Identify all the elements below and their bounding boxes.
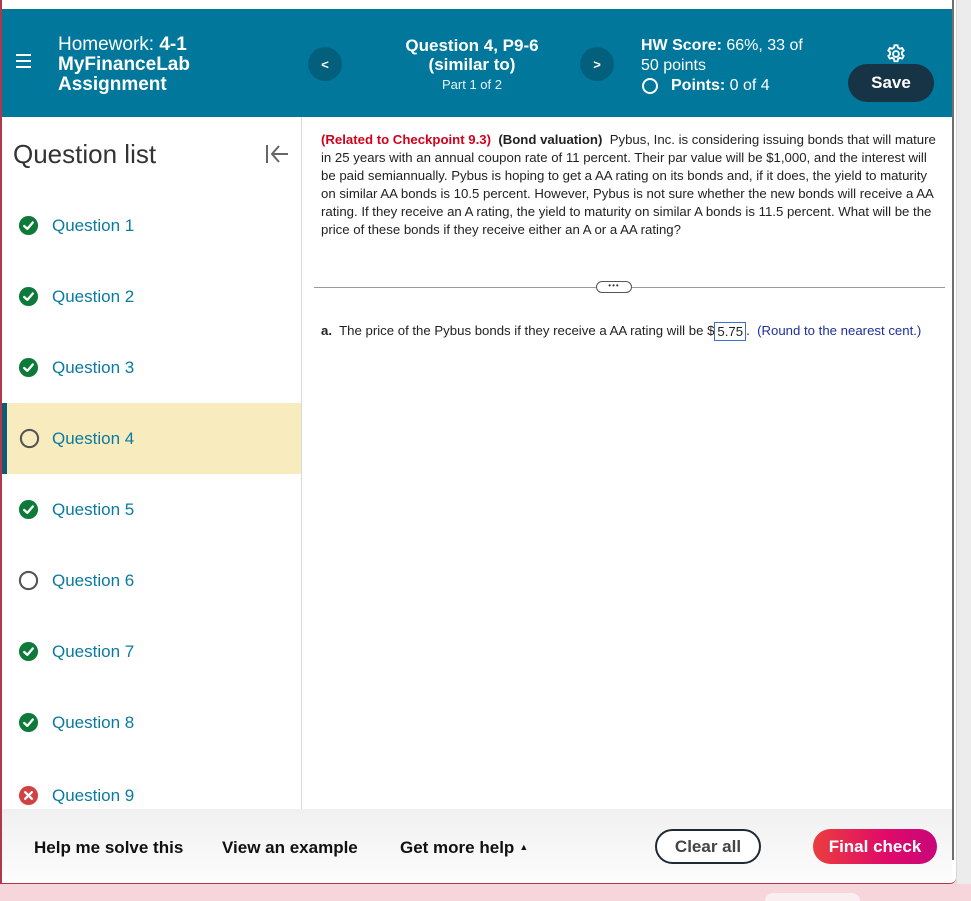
question-header: Question 4, P9-6 (similar to) Part 1 of … [382, 36, 562, 94]
question-subtitle: (similar to) [428, 55, 516, 74]
check-circle-icon [18, 641, 39, 662]
question-list-item-8[interactable]: Question 8 [2, 687, 301, 758]
part-a-period: . [746, 323, 750, 338]
clear-all-button[interactable]: Clear all [655, 829, 761, 864]
get-more-help-button[interactable]: Get more help ▲ [400, 838, 528, 858]
question-list-item-label: Question 5 [52, 499, 135, 519]
bottom-tab [765, 893, 860, 901]
question-list-item-6[interactable]: Question 6 [2, 545, 301, 616]
question-body: Pybus, Inc. is considering issuing bonds… [321, 132, 936, 237]
check-circle-icon [18, 215, 39, 236]
expand-ellipsis-button[interactable]: ••• [596, 281, 632, 293]
question-list-item-1[interactable]: Question 1 [2, 190, 301, 261]
question-topic: (Bond valuation) [498, 132, 603, 147]
part-indicator: Part 1 of 2 [442, 77, 502, 92]
question-list-item-3[interactable]: Question 3 [2, 332, 301, 403]
check-circle-icon [18, 712, 39, 733]
homework-id: 4-1 [159, 34, 187, 55]
help-me-solve-button[interactable]: Help me solve this [34, 838, 183, 858]
question-list-item-5[interactable]: Question 5 [2, 474, 301, 545]
footer-toolbar: Help me solve this View an example Get m… [2, 809, 952, 883]
points-value: 0 of 4 [729, 77, 770, 94]
answer-input[interactable]: 5.75 [714, 322, 747, 342]
question-list-sidebar: Question list Question 1 Question 2 Questi… [2, 117, 302, 809]
question-list-item-label: Question 2 [52, 286, 135, 306]
collapse-sidebar-icon[interactable] [264, 142, 290, 166]
question-text: (Related to Checkpoint 9.3) (Bond valuat… [321, 131, 943, 239]
question-list-item-label: Question 7 [52, 641, 135, 661]
question-list-item-2[interactable]: Question 2 [2, 261, 301, 332]
hw-score-value: 66%, 33 of [726, 37, 803, 54]
question-list-item-7[interactable]: Question 7 [2, 616, 301, 687]
page: Homework: 4-1 MyFinanceLab Assignment < … [0, 0, 971, 901]
gear-icon[interactable] [885, 43, 907, 65]
part-a: a. The price of the Pybus bonds if they … [321, 320, 947, 342]
question-list-item-label: Question 6 [52, 570, 135, 590]
empty-circle-icon [18, 570, 39, 591]
question-list-item-label: Question 9 [52, 785, 135, 805]
part-a-text: The price of the Pybus bonds if they rec… [339, 323, 715, 338]
related-checkpoint: (Related to Checkpoint 9.3) [321, 132, 491, 147]
previous-question-button[interactable]: < [308, 47, 342, 81]
homework-label: Homework: [58, 34, 155, 55]
question-list-title: Question list [13, 139, 157, 169]
question-list-item-label: Question 4 [52, 428, 135, 448]
get-more-help-label: Get more help [400, 838, 515, 857]
check-circle-icon [18, 286, 39, 307]
hw-score-value-cont: 50 points [641, 57, 706, 74]
check-circle-icon [18, 499, 39, 520]
browser-scrollbar[interactable] [956, 0, 971, 884]
question-title: Question 4, P9-6 [405, 36, 539, 55]
empty-circle-icon [19, 428, 40, 449]
homework-window: Homework: 4-1 MyFinanceLab Assignment < … [0, 0, 956, 884]
header-bar: Homework: 4-1 MyFinanceLab Assignment < … [2, 9, 952, 117]
question-list-item-label: Question 8 [52, 712, 135, 732]
hw-score-label: HW Score: [641, 37, 722, 54]
final-check-button[interactable]: Final check [813, 829, 937, 864]
question-content: (Related to Checkpoint 9.3) (Bond valuat… [303, 117, 952, 809]
rounding-hint: (Round to the nearest cent.) [757, 323, 922, 338]
points-label: Points: [671, 77, 726, 94]
chevron-right-icon: > [593, 56, 601, 72]
part-a-label: a. [321, 323, 332, 338]
caret-up-icon: ▲ [519, 842, 529, 852]
chevron-left-icon: < [321, 56, 329, 72]
check-circle-icon [18, 357, 39, 378]
question-list-item-label: Question 1 [52, 215, 135, 235]
frame-scrollbar-track[interactable] [952, 0, 954, 860]
save-button[interactable]: Save [848, 64, 934, 102]
homework-title: Homework: 4-1 MyFinanceLab Assignment [58, 35, 190, 95]
question-list-item-4[interactable]: Question 4 [2, 403, 301, 474]
assignment-name-line1: MyFinanceLab [58, 54, 190, 75]
assignment-name-line2: Assignment [58, 74, 167, 95]
view-example-button[interactable]: View an example [222, 838, 358, 858]
question-list-item-label: Question 3 [52, 357, 135, 377]
points-status-icon [642, 78, 658, 94]
menu-icon[interactable] [16, 54, 31, 68]
score-panel: HW Score: 66%, 33 of 50 points Points: 0… [641, 36, 803, 96]
x-circle-icon [18, 785, 39, 806]
next-question-button[interactable]: > [580, 47, 614, 81]
